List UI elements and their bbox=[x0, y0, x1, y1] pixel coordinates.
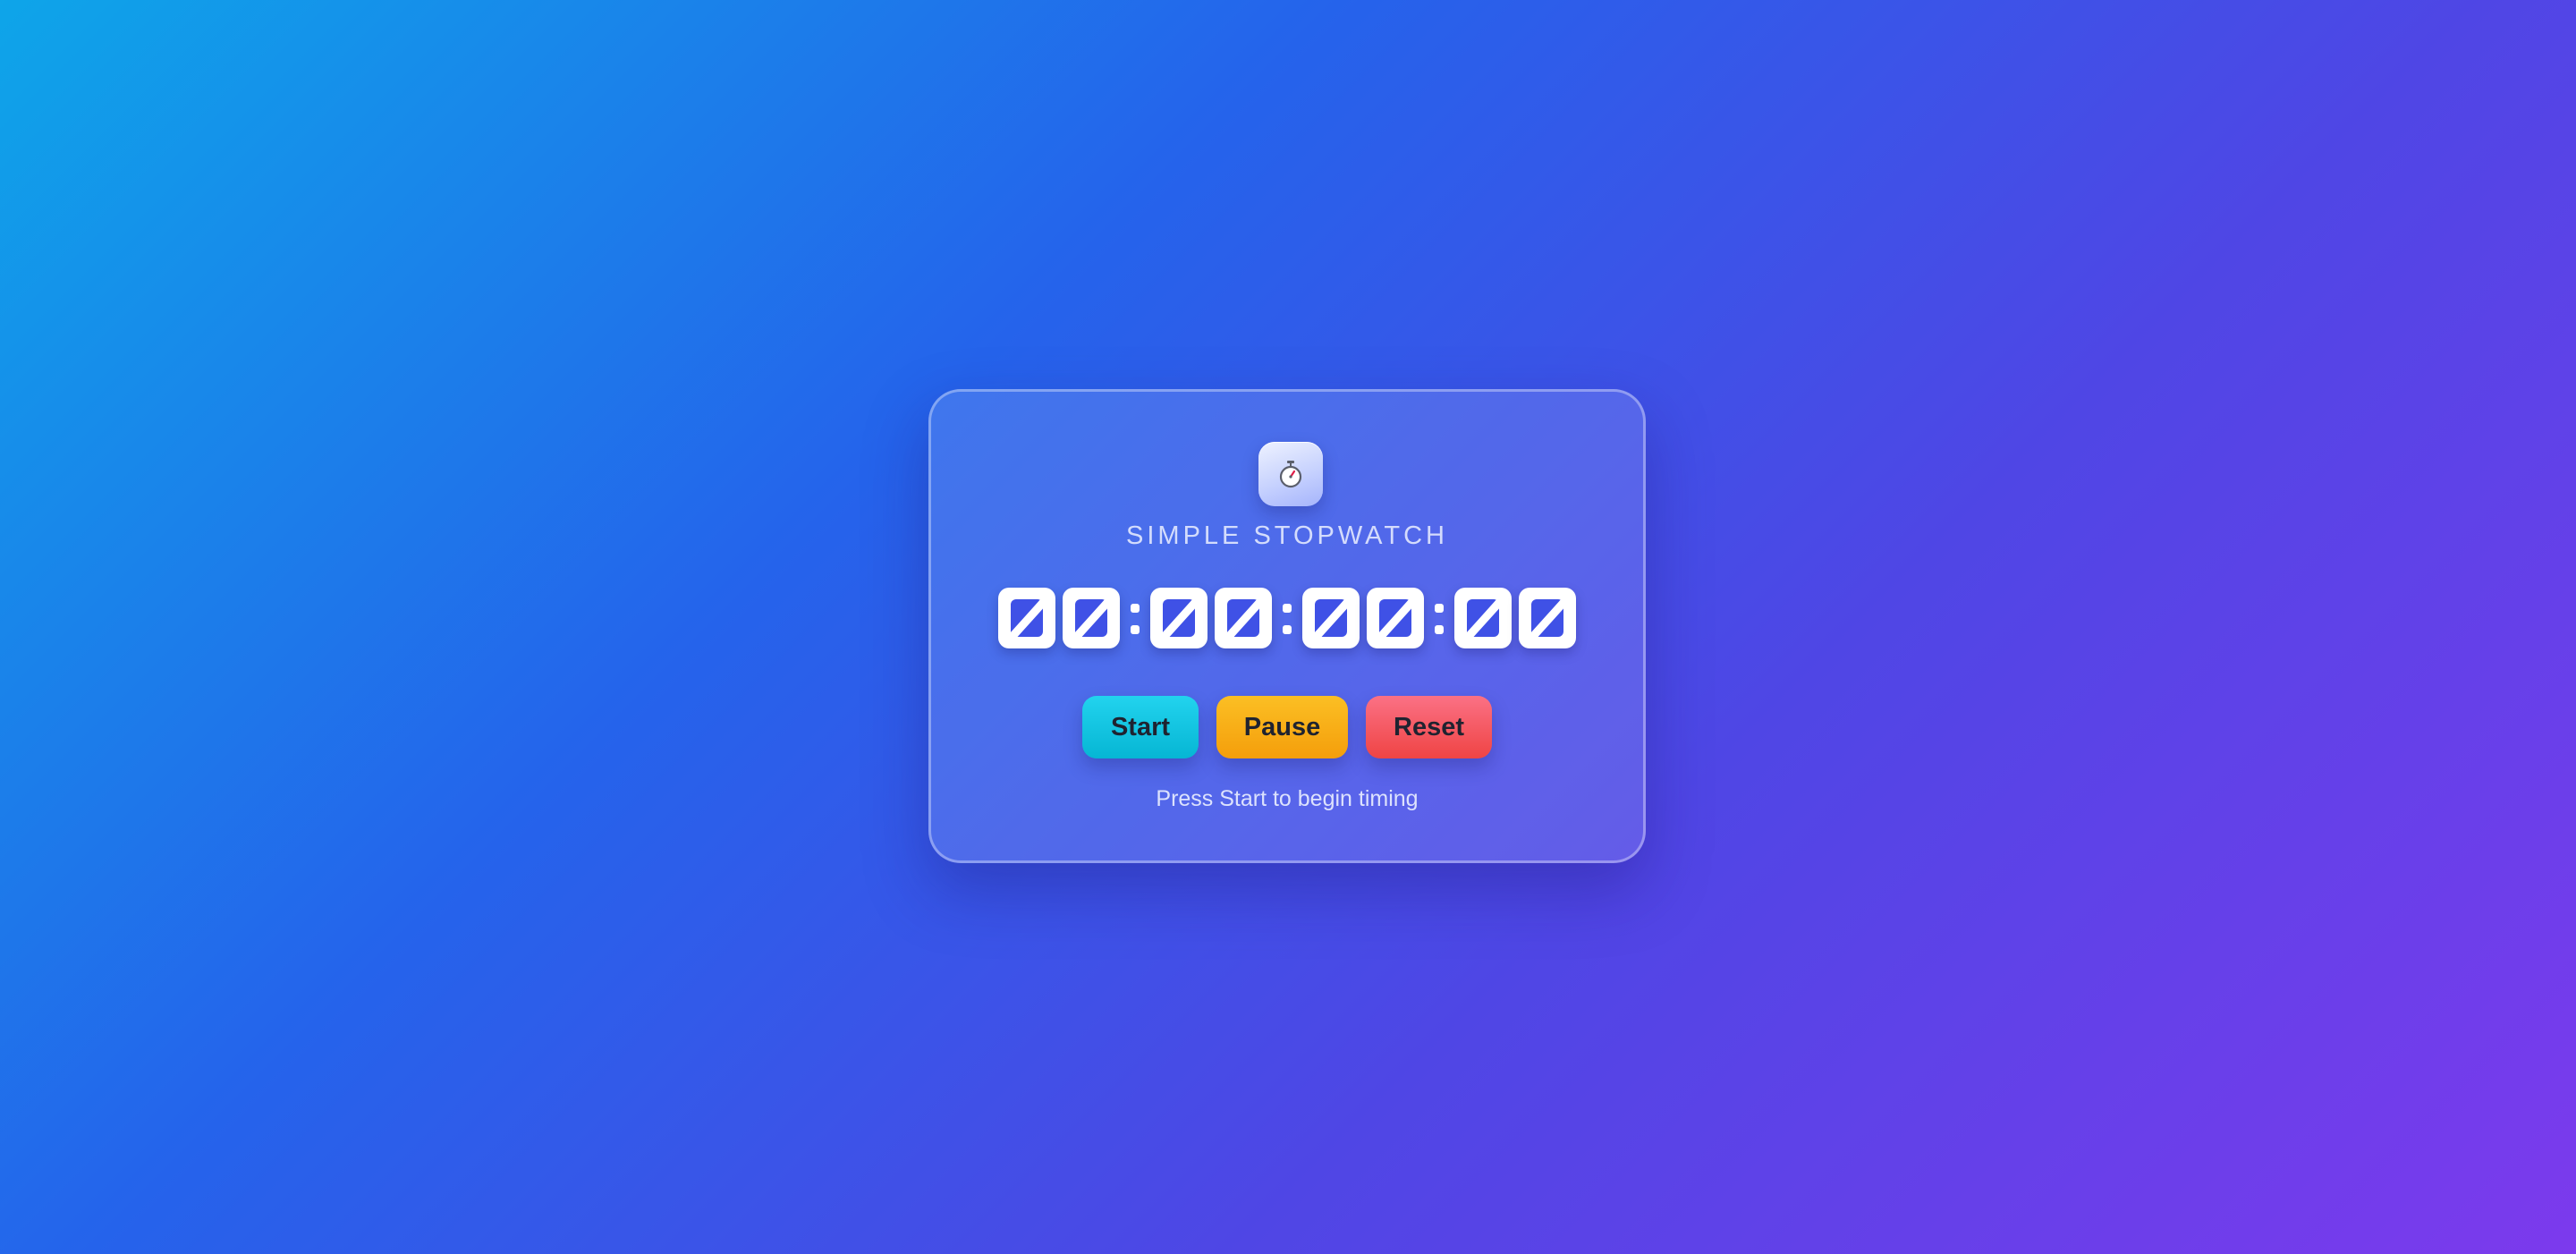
seconds-tens-digit: 0 bbox=[1302, 588, 1360, 648]
pause-button[interactable]: Pause bbox=[1216, 696, 1348, 758]
minutes-tens-digit: 0 bbox=[1150, 588, 1208, 648]
hours-tens-digit: 0 bbox=[998, 588, 1055, 648]
stopwatch-card: SIMPLE STOPWATCH 0 0 : 0 0 : 0 0 : 0 0 S… bbox=[928, 389, 1646, 863]
centiseconds-ones-digit: 0 bbox=[1519, 588, 1576, 648]
seconds-ones-digit: 0 bbox=[1367, 588, 1424, 648]
control-buttons: Start Pause Reset bbox=[931, 696, 1643, 758]
reset-button[interactable]: Reset bbox=[1366, 696, 1492, 758]
time-separator: : bbox=[1279, 588, 1295, 648]
minutes-ones-digit: 0 bbox=[1215, 588, 1272, 648]
centiseconds-tens-digit: 0 bbox=[1454, 588, 1512, 648]
time-separator: : bbox=[1431, 588, 1447, 648]
app-title: SIMPLE STOPWATCH bbox=[1126, 521, 1448, 550]
stopwatch-icon bbox=[1258, 442, 1323, 506]
start-button[interactable]: Start bbox=[1082, 696, 1199, 758]
hours-ones-digit: 0 bbox=[1063, 588, 1120, 648]
time-separator: : bbox=[1127, 588, 1143, 648]
time-display: 0 0 : 0 0 : 0 0 : 0 0 bbox=[931, 580, 1643, 657]
status-hint: Press Start to begin timing bbox=[1156, 786, 1419, 811]
